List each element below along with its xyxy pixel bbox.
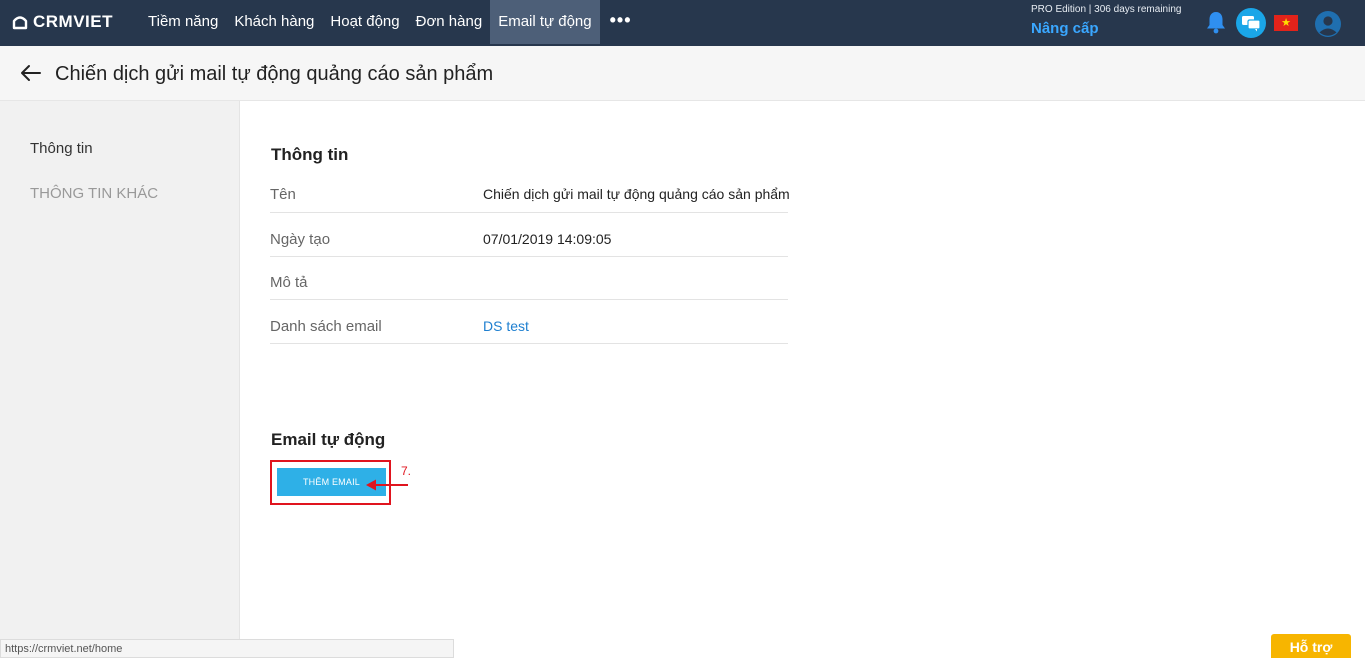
info-row-description: Mô tả: [270, 257, 788, 300]
flag-star: ★: [1281, 17, 1291, 29]
nav-item-email-tu-dong[interactable]: Email tự động: [490, 0, 600, 44]
page-title: Chiến dịch gửi mail tự động quảng cáo sả…: [55, 63, 494, 85]
info-row-name: Tên Chiến dịch gửi mail tự động quảng cá…: [270, 176, 790, 213]
user-avatar-icon[interactable]: [1314, 10, 1342, 38]
info-label: Danh sách email: [270, 318, 382, 335]
page-header: Chiến dịch gửi mail tự động quảng cáo sả…: [0, 46, 1365, 101]
left-sidebar: Thông tin THÔNG TIN KHÁC: [0, 101, 240, 658]
edition-info: PRO Edition | 306 days remaining: [1031, 4, 1182, 15]
top-navigation-bar: CRMVIET Tiềm năng Khách hàng Hoạt động Đ…: [0, 0, 1365, 46]
info-row-email-list: Danh sách email DS test: [270, 300, 788, 344]
auto-email-section-title: Email tự động: [271, 430, 386, 449]
nav-item-hoat-dong[interactable]: Hoạt động: [322, 0, 407, 46]
support-button[interactable]: Hỗ trợ: [1271, 634, 1351, 658]
notification-bell-icon[interactable]: [1205, 10, 1227, 34]
back-arrow-icon[interactable]: [18, 60, 44, 86]
vietnam-flag-icon[interactable]: ★: [1274, 15, 1298, 31]
step-annotation: 7.: [401, 464, 412, 478]
chat-bubbles-icon: [1242, 16, 1261, 32]
info-value: 07/01/2019 14:09:05: [483, 231, 612, 247]
sidebar-item-thong-tin-khac[interactable]: THÔNG TIN KHÁC: [30, 185, 158, 202]
info-label: Mô tả: [270, 274, 308, 291]
logo-text: CRMVIET: [33, 12, 113, 31]
upgrade-link[interactable]: Nâng cấp: [1031, 20, 1099, 37]
sidebar-item-thong-tin[interactable]: Thông tin: [30, 140, 93, 157]
info-section-title: Thông tin: [271, 145, 349, 164]
logo-icon: [12, 16, 28, 30]
info-value: Chiến dịch gửi mail tự động quảng cáo sả…: [483, 186, 790, 202]
email-list-link[interactable]: DS test: [483, 318, 529, 334]
nav-item-khach-hang[interactable]: Khách hàng: [226, 0, 322, 46]
info-label: Tên: [270, 186, 296, 203]
browser-status-url: https://crmviet.net/home: [0, 639, 454, 658]
nav-more-button[interactable]: •••: [600, 0, 642, 46]
chat-icon[interactable]: [1236, 8, 1266, 38]
main-nav: Tiềm năng Khách hàng Hoạt động Đơn hàng …: [140, 0, 642, 46]
info-row-created-date: Ngày tạo 07/01/2019 14:09:05: [270, 213, 788, 257]
nav-item-don-hang[interactable]: Đơn hàng: [408, 0, 491, 46]
crmviet-logo[interactable]: CRMVIET: [11, 12, 113, 32]
nav-item-tiem-nang[interactable]: Tiềm năng: [140, 0, 226, 46]
annotation-arrow-icon: [366, 479, 408, 491]
info-label: Ngày tạo: [270, 231, 331, 248]
